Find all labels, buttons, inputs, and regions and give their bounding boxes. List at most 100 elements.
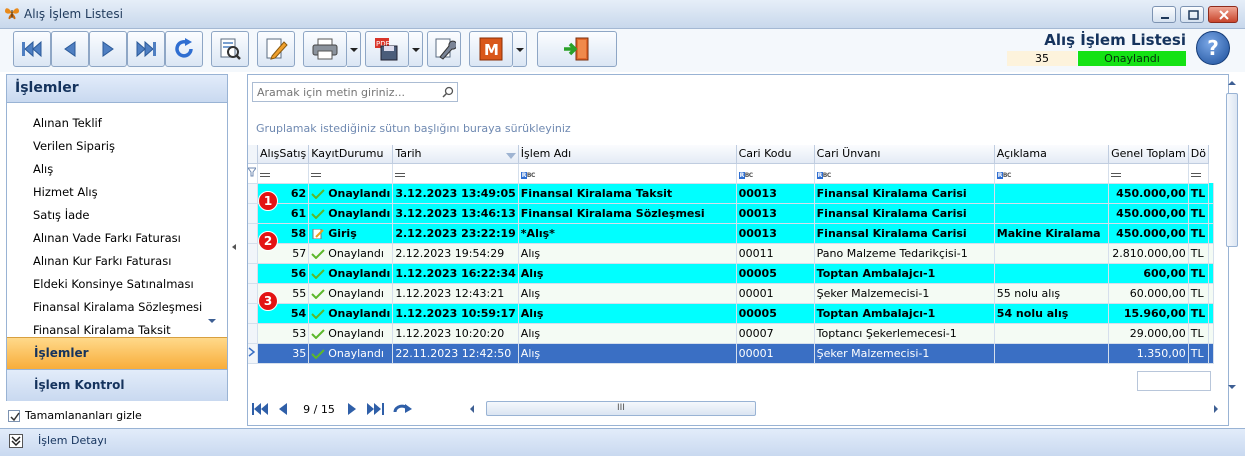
preview-report-button[interactable] (211, 31, 249, 67)
section-islemler[interactable]: İşlemler (7, 337, 227, 369)
scroll-up-icon[interactable] (1228, 81, 1236, 85)
row-indicator[interactable] (248, 323, 258, 344)
last-record-button[interactable] (127, 31, 165, 67)
refresh-button[interactable] (165, 31, 203, 67)
nav-item-finansal-kiralama-sozlesmesi[interactable]: Finansal Kiralama Sözleşmesi (33, 300, 202, 314)
cell-kayitdurumu[interactable]: Onaylandı (308, 343, 394, 364)
cell-kayitdurumu[interactable]: Onaylandı (308, 323, 394, 344)
cell-islem-adi[interactable]: Alış (518, 243, 737, 264)
print-button[interactable] (303, 31, 347, 67)
scroll-left-icon[interactable] (470, 405, 474, 413)
nav-item-alinan-kur-farki[interactable]: Alınan Kur Farkı Faturası (33, 254, 171, 268)
maximize-button[interactable] (1180, 6, 1204, 23)
search-icon[interactable] (442, 86, 454, 98)
cell-genel-toplam[interactable]: 1.350,00 (1108, 343, 1189, 364)
nav-item-alinan-vade-farki[interactable]: Alınan Vade Farkı Faturası (33, 231, 181, 245)
cell-cari-kodu[interactable]: 00013 (736, 203, 815, 224)
column-header-cari-unvani[interactable]: Cari Ünvanı (814, 145, 995, 164)
cell-aciklama[interactable] (994, 243, 1110, 264)
hide-completed-checkbox[interactable] (8, 410, 20, 422)
export-button[interactable]: PDF (365, 31, 409, 67)
row-indicator[interactable] (248, 263, 258, 284)
nav-refresh-icon[interactable] (393, 402, 413, 416)
scroll-down-icon[interactable] (1228, 385, 1236, 389)
cell-kayitdurumu[interactable]: Onaylandı (308, 183, 394, 204)
nav-item-alis[interactable]: Alış (33, 162, 53, 176)
cell-islem-adi[interactable]: Alış (518, 303, 737, 324)
cell-genel-toplam[interactable]: 600,00 (1108, 263, 1189, 284)
row-indicator[interactable] (248, 283, 258, 304)
cell-cari-unvani[interactable]: Pano Malzeme Tedarikçisi-1 (814, 243, 995, 264)
nav-last-icon[interactable] (366, 402, 386, 416)
table-row[interactable]: 54 Onaylandı 1.12.2023 10:59:17 Alış 00005 To… (248, 303, 1214, 324)
cell-cari-kodu[interactable]: 00007 (736, 323, 815, 344)
cell-aciklama[interactable] (994, 263, 1110, 284)
cell-aciklama[interactable] (994, 343, 1110, 364)
cell-aciklama[interactable]: 55 nolu alış (994, 283, 1110, 304)
cell-cari-kodu[interactable]: 00001 (736, 343, 815, 364)
column-header-kayitdurumu[interactable]: KayıtDurumu (308, 145, 394, 164)
horizontal-scrollbar[interactable]: III (466, 400, 1224, 418)
cell-doviz[interactable]: TL (1188, 323, 1210, 344)
nav-item-alinan-teklif[interactable]: Alınan Teklif (33, 116, 102, 130)
nav-scroll-down-icon[interactable] (208, 319, 216, 323)
cell-tarih[interactable]: 1.12.2023 10:59:17 (392, 303, 519, 324)
previous-record-button[interactable] (51, 31, 89, 67)
row-indicator[interactable] (248, 223, 258, 244)
nav-item-finansal-kiralama-taksit[interactable]: Finansal Kiralama Taksit (33, 323, 171, 337)
cell-islem-adi[interactable]: Alış (518, 263, 737, 284)
nav-previous-icon[interactable] (278, 402, 288, 416)
first-record-button[interactable] (13, 31, 51, 67)
filter-cell-genel-toplam[interactable] (1108, 163, 1189, 184)
nav-item-hizmet-alis[interactable]: Hizmet Alış (33, 185, 98, 199)
panel-splitter[interactable] (229, 74, 239, 426)
cell-alissatis[interactable]: 35 (257, 343, 310, 364)
cell-cari-unvani[interactable]: Toptancı Şekerlemecesi-1 (814, 323, 995, 344)
cell-tarih[interactable]: 3.12.2023 13:46:13 (392, 203, 519, 224)
cell-doviz[interactable]: TL (1188, 283, 1210, 304)
cell-doviz[interactable]: TL (1188, 243, 1210, 264)
cell-doviz[interactable]: TL (1188, 303, 1210, 324)
table-row[interactable]: 61 Onaylandı 3.12.2023 13:46:13 Finansal Ki… (248, 203, 1214, 224)
cell-doviz[interactable]: TL (1188, 343, 1210, 364)
cell-tarih[interactable]: 2.12.2023 23:22:19 (392, 223, 519, 244)
table-row[interactable]: 55 Onaylandı 1.12.2023 12:43:21 Alış 00001 Şe… (248, 283, 1214, 304)
filter-cell-tarih[interactable] (392, 163, 519, 184)
cell-doviz[interactable]: TL (1188, 203, 1210, 224)
module-dropdown-arrow[interactable] (513, 31, 527, 67)
cell-islem-adi[interactable]: *Alış* (518, 223, 737, 244)
cell-kayitdurumu[interactable]: Onaylandı (308, 283, 394, 304)
collapse-arrow-icon[interactable] (232, 244, 236, 250)
filter-cell-kayitdurumu[interactable] (308, 163, 394, 184)
module-m-button[interactable]: M (469, 31, 513, 67)
cell-genel-toplam[interactable]: 2.810.000,00 (1108, 243, 1189, 264)
expand-detail-button[interactable] (9, 434, 23, 448)
cell-tarih[interactable]: 1.12.2023 16:22:34 (392, 263, 519, 284)
row-indicator[interactable] (248, 243, 258, 264)
cell-genel-toplam[interactable]: 60.000,00 (1108, 283, 1189, 304)
cell-aciklama[interactable] (994, 323, 1110, 344)
cell-aciklama[interactable]: 54 nolu alış (994, 303, 1110, 324)
row-indicator[interactable] (248, 343, 258, 364)
cell-cari-unvani[interactable]: Finansal Kiralama Carisi (814, 223, 995, 244)
cell-cari-kodu[interactable]: 00001 (736, 283, 815, 304)
column-header-alissatis[interactable]: AlışSatış (257, 145, 310, 164)
help-button[interactable]: ? (1196, 31, 1230, 65)
column-header-cari-kodu[interactable]: Cari Kodu (736, 145, 815, 164)
cell-tarih[interactable]: 22.11.2023 12:42:50 (392, 343, 519, 364)
cell-doviz[interactable]: TL (1188, 183, 1210, 204)
vertical-scroll-thumb[interactable] (1226, 93, 1238, 247)
cell-islem-adi[interactable]: Finansal Kiralama Taksit (518, 183, 737, 204)
edit-button[interactable] (257, 31, 295, 67)
row-indicator[interactable] (248, 183, 258, 204)
cell-kayitdurumu[interactable]: Onaylandı (308, 203, 394, 224)
nav-next-icon[interactable] (347, 402, 357, 416)
horizontal-scroll-thumb[interactable]: III (486, 401, 756, 416)
cell-islem-adi[interactable]: Finansal Kiralama Sözleşmesi (518, 203, 737, 224)
cell-islem-adi[interactable]: Alış (518, 343, 737, 364)
table-row[interactable]: 35 Onaylandı 22.11.2023 12:42:50 Alış 00001 Ş… (248, 343, 1214, 364)
search-input[interactable] (253, 83, 439, 101)
cell-cari-kodu[interactable]: 00011 (736, 243, 815, 264)
minimize-button[interactable] (1152, 6, 1176, 23)
table-row[interactable]: 58 Giriş 2.12.2023 23:22:19 *Alış* 00013 Fina… (248, 223, 1214, 244)
